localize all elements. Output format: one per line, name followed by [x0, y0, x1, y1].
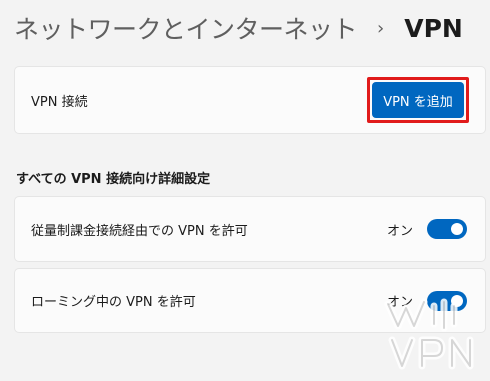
add-vpn-highlight: VPN を追加 [367, 77, 469, 123]
chevron-right-icon: › [377, 17, 385, 39]
metered-vpn-setting: 従量制課金接続経由での VPN を許可 オン [14, 196, 486, 262]
breadcrumb: ネットワークとインターネット › VPN [14, 10, 463, 46]
page-title: VPN [404, 13, 463, 43]
watermark-logo [374, 290, 484, 375]
metered-vpn-label: 従量制課金接続経由での VPN を許可 [31, 223, 248, 239]
breadcrumb-parent[interactable]: ネットワークとインターネット [14, 10, 358, 46]
metered-vpn-state: オン [386, 223, 413, 239]
add-vpn-button[interactable]: VPN を追加 [372, 82, 464, 118]
toggle-knob [451, 223, 463, 235]
metered-vpn-toggle-group: オン [387, 219, 467, 239]
watermark-logo-icon [384, 298, 474, 370]
metered-vpn-toggle[interactable] [427, 219, 467, 239]
vpn-connections-label: VPN 接続 [31, 94, 88, 110]
roaming-vpn-label: ローミング中の VPN を許可 [31, 295, 196, 310]
advanced-settings-heading: すべての VPN 接続向け詳細設定 [16, 172, 211, 187]
vpn-connections-card: VPN 接続 VPN を追加 [14, 66, 486, 134]
